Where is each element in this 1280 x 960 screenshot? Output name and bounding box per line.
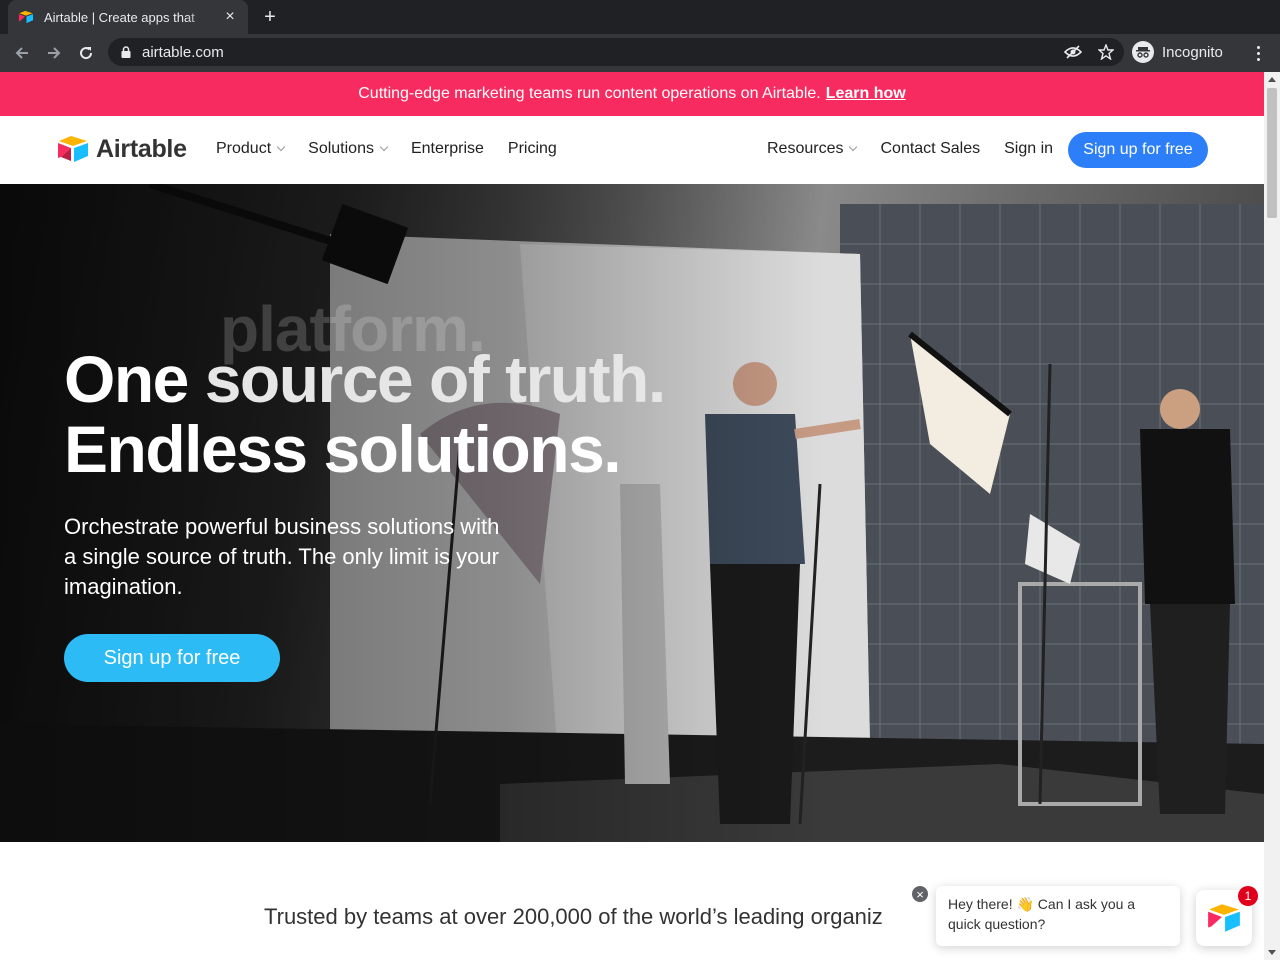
chevron-down-icon: [849, 142, 858, 152]
promo-learn-how-link[interactable]: Learn how: [826, 85, 906, 103]
page-scrollbar[interactable]: [1264, 72, 1280, 960]
nav-resources[interactable]: Resources: [767, 140, 858, 158]
chat-message-bubble[interactable]: Hey there! 👋 Can I ask you a quick quest…: [936, 886, 1180, 946]
airtable-logo-icon: [58, 136, 88, 162]
nav-solutions[interactable]: Solutions: [308, 140, 389, 158]
secondary-nav: Resources Contact Sales Sign in: [767, 140, 1053, 158]
airtable-logo-icon: [1208, 904, 1240, 932]
promo-text: Cutting-edge marketing teams run content…: [358, 85, 821, 102]
page-viewport: Cutting-edge marketing teams run content…: [0, 72, 1264, 960]
site-header: Airtable Product Solutions Enterprise Pr…: [0, 116, 1264, 184]
nav-product[interactable]: Product: [216, 140, 286, 158]
trusted-by-heading: Trusted by teams at over 200,000 of the …: [264, 904, 883, 929]
nav-contact-sales[interactable]: Contact Sales: [880, 140, 980, 158]
chat-close-icon[interactable]: ×: [910, 884, 930, 904]
scroll-up-icon[interactable]: [1268, 77, 1276, 82]
brand-logo-link[interactable]: Airtable: [56, 134, 187, 164]
lock-icon: [121, 46, 131, 58]
kebab-menu-icon[interactable]: [1248, 40, 1268, 66]
chevron-down-icon: [276, 142, 286, 152]
headline-rotator-current: source of truth.: [204, 342, 667, 416]
hero-subtitle: Orchestrate powerful business solutions …: [64, 514, 500, 599]
primary-nav: Product Solutions Enterprise Pricing: [216, 140, 557, 158]
nav-label: Product: [216, 140, 272, 157]
hero-signup-button[interactable]: Sign up for free: [64, 634, 280, 682]
header-signup-button[interactable]: Sign up for free: [1068, 132, 1208, 168]
headline-one: One: [64, 342, 189, 416]
address-bar[interactable]: airtable.com: [108, 38, 1124, 66]
nav-enterprise[interactable]: Enterprise: [411, 140, 484, 158]
url-text: airtable.com: [142, 43, 224, 61]
headline-two: Endless solutions.: [64, 412, 622, 486]
incognito-indicator[interactable]: Incognito: [1130, 39, 1231, 65]
browser-tabstrip: Airtable | Create apps that × +: [0, 0, 1280, 34]
chevron-down-icon: [379, 142, 389, 152]
arrow-right-icon: [48, 47, 61, 59]
nav-label: Enterprise: [410, 140, 484, 157]
nav-label: Sign in: [1004, 140, 1054, 157]
browser-toolbar: airtable.com Incognito: [0, 34, 1280, 72]
nav-label: Resources: [767, 140, 844, 157]
nav-pricing[interactable]: Pricing: [508, 140, 557, 158]
browser-tab[interactable]: Airtable | Create apps that ×: [8, 0, 248, 34]
scroll-down-icon[interactable]: [1268, 950, 1276, 955]
forward-button[interactable]: [41, 40, 67, 66]
star-icon[interactable]: [1098, 44, 1114, 60]
scrollbar-thumb[interactable]: [1267, 88, 1277, 218]
brand-name: Airtable: [96, 134, 187, 163]
tab-title: Airtable | Create apps that: [44, 9, 195, 25]
promo-banner: Cutting-edge marketing teams run content…: [0, 72, 1264, 116]
chat-unread-badge: 1: [1238, 886, 1258, 906]
nav-label: Contact Sales: [880, 140, 981, 157]
back-button[interactable]: [9, 40, 35, 66]
nav-label: Pricing: [507, 140, 557, 157]
hero-headline: One source of truth. Endless solutions.: [64, 342, 667, 486]
eye-off-icon[interactable]: [1064, 44, 1082, 60]
tab-close-icon[interactable]: ×: [222, 8, 238, 26]
nav-label: Solutions: [308, 140, 374, 157]
incognito-label: Incognito: [1162, 43, 1223, 61]
incognito-icon: [1132, 41, 1154, 63]
nav-sign-in[interactable]: Sign in: [1004, 140, 1053, 158]
new-tab-button[interactable]: +: [258, 5, 282, 29]
arrow-left-icon: [15, 47, 28, 59]
reload-icon: [80, 47, 93, 60]
airtable-favicon-icon: [18, 10, 34, 24]
reload-button[interactable]: [73, 40, 99, 66]
hero-section: platform. One source of truth. Endless s…: [0, 184, 1264, 842]
